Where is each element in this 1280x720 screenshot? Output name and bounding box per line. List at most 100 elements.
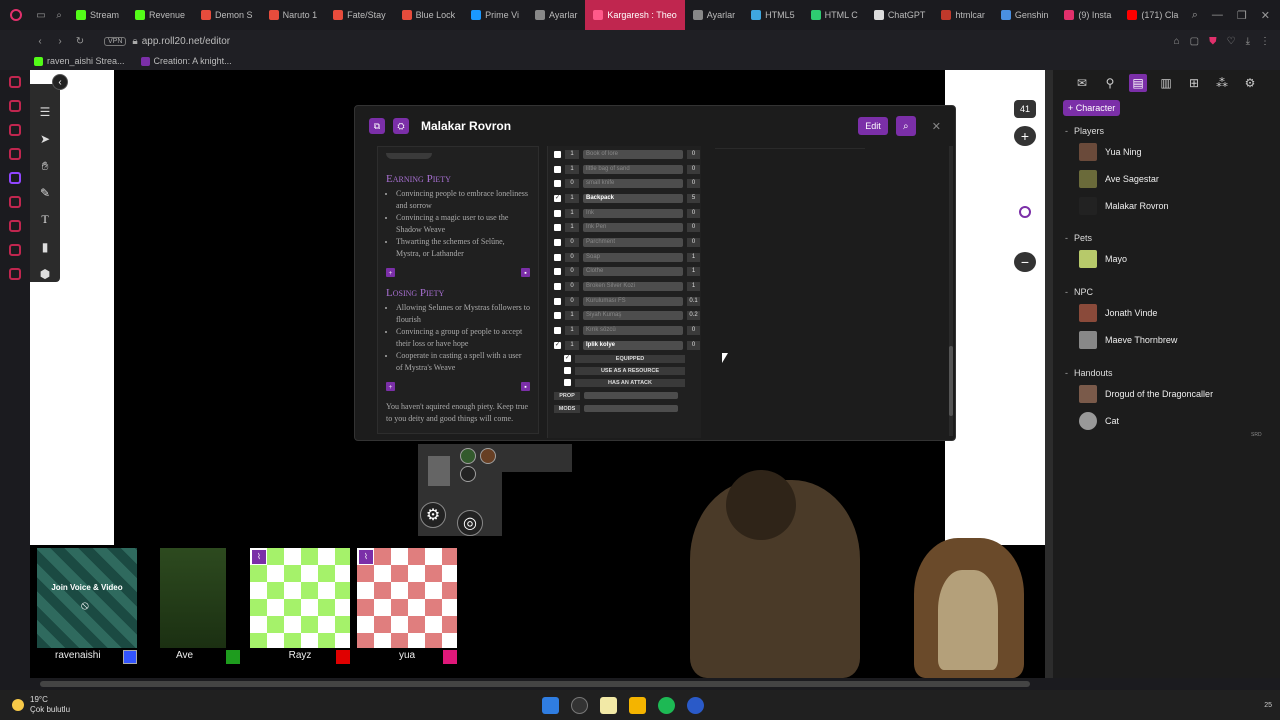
back-icon[interactable]: ‹: [30, 36, 50, 47]
add-icon[interactable]: +: [386, 382, 395, 391]
item-quantity[interactable]: 1: [565, 164, 579, 174]
inventory-row[interactable]: 0 Clothe 1: [548, 265, 701, 280]
token[interactable]: [480, 448, 496, 464]
sidebar-app-icon[interactable]: [9, 268, 21, 280]
equip-checkbox[interactable]: [554, 312, 561, 320]
equip-checkbox[interactable]: [554, 238, 561, 246]
sidebar-app-icon[interactable]: [9, 100, 21, 112]
item-quantity[interactable]: 1: [565, 340, 579, 350]
item-weight[interactable]: 0.1: [687, 296, 700, 306]
sidebar-app-icon[interactable]: [9, 244, 21, 256]
maximize-icon[interactable]: ❐: [1237, 9, 1247, 22]
search-icon[interactable]: ⌕: [895, 116, 916, 136]
inventory-row[interactable]: 1 Book of lore 0: [548, 147, 701, 162]
equip-checkbox[interactable]: ✓: [554, 194, 561, 202]
tab-search-icon[interactable]: ⌕: [50, 10, 68, 21]
download-icon[interactable]: ⤓: [1246, 36, 1250, 47]
join-voice-button[interactable]: Join Voice & Video: [37, 583, 137, 592]
item-quantity[interactable]: 1: [565, 208, 579, 218]
equip-checkbox[interactable]: [554, 297, 561, 305]
item-weight[interactable]: 1: [687, 252, 700, 262]
heart-icon[interactable]: ♡: [1227, 36, 1236, 47]
browser-tab[interactable]: HTML C: [803, 0, 866, 30]
search-icon[interactable]: [571, 696, 588, 714]
journal-folder[interactable]: - Handouts: [1065, 368, 1113, 378]
reload-icon[interactable]: ↻: [70, 36, 90, 47]
item-weight[interactable]: 0: [687, 340, 700, 350]
add-icon[interactable]: +: [386, 268, 395, 277]
roll20-canvas[interactable]: ☰ ➤ ✋︎ ✎ T ▮ ⬢ ‹ ⚙ ◎ Join Voice & Video …: [30, 70, 1045, 678]
lock-icon[interactable]: ▪: [521, 268, 530, 277]
scroll-thumb[interactable]: [40, 681, 1030, 687]
sheet-icon[interactable]: ⛭: [393, 118, 409, 134]
inventory-row[interactable]: 0 Parchment 0: [548, 235, 701, 250]
forward-icon[interactable]: ›: [50, 36, 70, 47]
item-weight[interactable]: 0: [687, 179, 700, 189]
item-weight[interactable]: 1: [687, 282, 700, 292]
panel-scrollbar[interactable]: [1045, 70, 1053, 678]
item-name[interactable]: Ink Pen: [583, 223, 683, 233]
bookmark-icon[interactable]: ⌂: [1174, 36, 1180, 47]
item-prop-row[interactable]: PROP: [548, 390, 701, 402]
character-sheet-dialog[interactable]: ⧉ ⛭ Malakar Rovron Edit ⌕ ✕ Earning Piet…: [354, 105, 956, 441]
browser-tab[interactable]: Ayarlar: [685, 0, 743, 30]
zoom-slider[interactable]: [1019, 152, 1031, 244]
settings-gear-icon[interactable]: ⚙: [420, 502, 446, 528]
item-weight[interactable]: 0.2: [687, 311, 700, 321]
player-ravenaishi[interactable]: Join Voice & Video ⦸ ravenaishi: [37, 548, 137, 666]
settings-icon[interactable]: ⚙: [1241, 74, 1259, 92]
item-quantity[interactable]: 0: [565, 282, 579, 292]
lock-icon[interactable]: ▪: [521, 382, 530, 391]
player-color[interactable]: [226, 650, 240, 664]
item-option[interactable]: ✓ EQUIPPED: [548, 353, 701, 365]
browser-tab[interactable]: Revenue: [127, 0, 193, 30]
item-weight[interactable]: 0: [687, 149, 700, 159]
collections-icon[interactable]: ⁂: [1213, 74, 1231, 92]
draw-brush-icon[interactable]: ✎: [35, 185, 55, 202]
close-icon[interactable]: ✕: [1261, 9, 1270, 22]
browser-tab[interactable]: Naruto 1: [261, 0, 326, 30]
collapse-toolbar-icon[interactable]: ‹: [52, 74, 68, 90]
edit-button[interactable]: Edit: [858, 117, 888, 135]
player-color[interactable]: [123, 650, 137, 664]
text-field[interactable]: [584, 392, 678, 400]
scroll-thumb[interactable]: [949, 346, 953, 416]
journal-entry[interactable]: Maeve Thornbrew: [1079, 331, 1177, 349]
text-icon[interactable]: T: [35, 211, 55, 228]
widgets-icon[interactable]: [600, 696, 617, 714]
search-icon[interactable]: ⌕: [1192, 9, 1198, 22]
inventory-row[interactable]: 0 Broken Silver Kozi 1: [548, 279, 701, 294]
browser-tab[interactable]: htmlcar: [933, 0, 993, 30]
sidebar-app-icon[interactable]: [9, 196, 21, 208]
sidebar-app-icon[interactable]: [9, 124, 21, 136]
item-weight[interactable]: 1: [687, 267, 700, 277]
item-name[interactable]: Kuruluması FS: [583, 296, 683, 306]
item-name[interactable]: Broken Silver Kozi: [583, 282, 683, 292]
mic-muted-icon[interactable]: ⌇: [252, 550, 266, 564]
item-quantity[interactable]: 1: [565, 223, 579, 233]
inventory-row[interactable]: ✓ 1 Backpack 5: [548, 191, 701, 206]
browser-tab[interactable]: ChatGPT: [866, 0, 934, 30]
equip-checkbox[interactable]: [554, 224, 561, 232]
equip-checkbox[interactable]: [554, 165, 561, 173]
journal-entry[interactable]: Ave Sagestar: [1079, 170, 1159, 188]
vpn-badge[interactable]: VPN: [104, 36, 127, 46]
browser-logo-icon[interactable]: [10, 9, 22, 21]
inventory-row[interactable]: 1 Kırık sözcü 0: [548, 323, 701, 338]
pan-hand-icon[interactable]: ✋︎: [35, 158, 55, 175]
equip-checkbox[interactable]: [554, 327, 561, 335]
browser-tab[interactable]: Blue Lock: [394, 0, 464, 30]
item-weight[interactable]: 0: [687, 326, 700, 336]
zoom-in-button[interactable]: +: [1014, 126, 1036, 146]
target-icon[interactable]: ◎: [457, 510, 483, 536]
dice-icon[interactable]: ⬢: [35, 265, 55, 282]
item-weight[interactable]: 0: [687, 237, 700, 247]
item-name[interactable]: small knife: [583, 179, 683, 189]
player-rayz[interactable]: ⌇ Rayz: [250, 548, 350, 666]
spotify-icon[interactable]: [658, 696, 675, 714]
equip-checkbox[interactable]: [554, 180, 561, 188]
app-icon[interactable]: [687, 696, 704, 714]
journal-entry[interactable]: Yua Ning: [1079, 143, 1142, 161]
item-name[interactable]: little bag of sand: [583, 164, 683, 174]
item-quantity[interactable]: 1: [565, 193, 579, 203]
